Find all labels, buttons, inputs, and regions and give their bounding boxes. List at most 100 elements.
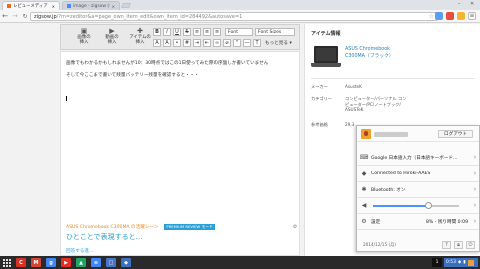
more-label: もっと見る (265, 41, 288, 46)
docs-icon[interactable]: ≡ (91, 258, 101, 267)
paragraph: 画像でもわかるかもしれませんが10：30時点ではこの1日使ってみた際の序盤しか書… (66, 61, 269, 66)
lock-icon[interactable]: 🔒︎ (454, 241, 463, 249)
help-icon[interactable]: ? (442, 241, 451, 249)
font-select[interactable]: Font (225, 28, 253, 36)
align-center-icon[interactable]: ≡ (203, 28, 211, 36)
volume-icon[interactable]: ◀ (357, 202, 371, 209)
ime-label: Google 日本語入力（日本語キーボード… (371, 155, 458, 161)
item-info-heading: アイテム情報 (311, 31, 341, 37)
bluetooth-icon: ✱ (361, 186, 367, 193)
zigsow-favicon-icon (67, 4, 71, 8)
status-tray-menu: ログアウト ⌨ Google 日本語入力（日本語キーボード… › ◆ Conne… (356, 125, 480, 252)
text-color-icon[interactable]: A (153, 39, 161, 47)
gmail-icon[interactable]: M (31, 258, 41, 267)
extension-icon[interactable] (457, 12, 465, 20)
clock: 0:53 (446, 260, 456, 265)
url-host: zigsow.jp (34, 13, 57, 20)
forward-icon[interactable]: → (10, 12, 20, 20)
insert-video-button[interactable]: ▶ 動画の 挿入 (99, 27, 125, 48)
editor-toolbar: ▣ 画像の 挿入 ▶ 動画の 挿入 ✚ アイテムの 挿入 B I U S ≡ ≡… (60, 24, 300, 50)
separator-icon[interactable]: — (243, 39, 251, 47)
url-path: /?m=zeditor&a=page_own_item_edit&own_ite… (56, 13, 243, 20)
store-icon[interactable]: ◆ (121, 258, 131, 267)
italic-button[interactable]: I (163, 28, 171, 36)
extension-icon[interactable] (435, 12, 443, 20)
menu-icon[interactable]: ≡ (468, 12, 476, 20)
browser-toolbar: ← → ↻ zigsow.jp /?m=zeditor&a=page_own_i… (0, 10, 480, 23)
chevron-right-icon: › (473, 202, 477, 209)
page-indicator[interactable]: 1 (432, 258, 442, 267)
item-insert-icon: ✚ (137, 27, 143, 35)
strikethrough-button[interactable]: S (183, 28, 191, 36)
insert-image-button[interactable]: ▣ 画像の 挿入 (71, 27, 97, 48)
settings-row[interactable]: ⚙ 設定 8% - 残り時間 0:09 › (357, 214, 479, 230)
numbered-list-icon[interactable]: # (183, 39, 191, 47)
unlink-icon[interactable]: ⌀ (223, 39, 231, 47)
text-cursor (66, 96, 67, 101)
volume-knob[interactable] (424, 202, 432, 209)
logout-button[interactable]: ログアウト (438, 130, 473, 138)
spec-label-category: カテゴリー (311, 96, 332, 101)
date-label[interactable]: 2014/12/15 (月) (363, 242, 396, 248)
spec-label-maker: メーカー (311, 84, 328, 89)
window-close-icon[interactable]: ✕ (470, 1, 474, 7)
status-area[interactable]: 0:53 ◆ ▮ (444, 258, 478, 267)
settings-icon[interactable]: ⚙ (293, 224, 297, 230)
spec-value-category: コンピューター/パーソナル コン ピューター/PC/ノートブック/ ASUSTe… (345, 96, 407, 112)
chrome-icon[interactable]: C (16, 258, 26, 267)
zigsow-favicon-icon (7, 4, 11, 8)
extension-icon[interactable] (446, 12, 454, 20)
insert-item-button[interactable]: ✚ アイテムの 挿入 (127, 27, 153, 48)
bold-button[interactable]: B (153, 28, 161, 36)
tab-image-zigsow[interactable]: image - zigsow (ジグ… ✕ (62, 1, 120, 10)
section-title: ひとことで表現すると… (66, 233, 143, 241)
close-tab-icon[interactable]: ✕ (52, 4, 55, 9)
bookmark-star-icon[interactable]: ☆ (429, 13, 434, 20)
bg-color-icon[interactable]: A (163, 39, 171, 47)
quote-icon[interactable]: " (233, 39, 241, 47)
link-icon[interactable]: ∞ (213, 39, 221, 47)
bluetooth-label: Bluetooth: オン (371, 187, 406, 193)
close-tab-icon[interactable]: ✕ (112, 4, 115, 9)
tab-title: image - zigsow (ジグ… (73, 4, 110, 9)
volume-slider[interactable] (373, 202, 459, 209)
align-right-icon[interactable]: ≡ (213, 28, 221, 36)
extension-icons: ≡ (435, 12, 476, 20)
product-name[interactable]: ASUS Chromebook C300MA（ブラック） (345, 46, 394, 60)
divider (311, 78, 475, 79)
drive-icon[interactable]: ▲ (76, 258, 86, 267)
power-icon[interactable]: ⏻ (466, 241, 475, 249)
network-row[interactable]: ◆ Connected to Hiroki-AAES › (357, 166, 479, 182)
wifi-icon: ◆ (457, 260, 462, 265)
new-tab-button[interactable] (121, 3, 131, 8)
minimize-icon[interactable]: – (458, 1, 461, 7)
premium-badge: PREMIUM REVIEW モード (164, 224, 215, 230)
font-sizes-select[interactable]: Font Sizes (255, 28, 295, 36)
align-left-icon[interactable]: ≡ (193, 28, 201, 36)
product-image (311, 44, 341, 72)
files-icon[interactable]: □ (106, 258, 116, 267)
section-link[interactable]: ASUS Chromebook C300MA の活躍シーン (66, 224, 158, 230)
youtube-icon[interactable]: ▶ (61, 258, 71, 267)
ime-row[interactable]: ⌨ Google 日本語入力（日本語キーボード… › (357, 150, 479, 166)
reload-icon[interactable]: ↻ (20, 13, 30, 20)
google-search-icon[interactable]: g (46, 258, 56, 267)
bullet-list-icon[interactable]: • (173, 39, 181, 47)
video-insert-icon: ▶ (109, 27, 115, 35)
tab-review-media[interactable]: レビューメディア「ジ… ✕ (2, 1, 60, 10)
address-bar[interactable]: zigsow.jp /?m=zeditor&a=page_own_item_ed… (30, 12, 438, 21)
insert-video-label: 動画の 挿入 (105, 35, 119, 45)
underline-button[interactable]: U (173, 28, 181, 36)
clear-format-icon[interactable]: T (253, 39, 261, 47)
app-launcher-icon[interactable] (2, 258, 12, 267)
bluetooth-row[interactable]: ✱ Bluetooth: オン › (357, 182, 479, 198)
chevron-right-icon: › (473, 154, 477, 161)
outdent-icon[interactable]: ⇤ (203, 39, 211, 47)
shelf: C Mg ▶ ▲ ≡ □ ◆ 1 0:53 ◆ ▮ (0, 256, 480, 269)
volume-row: ◀ › (357, 198, 479, 214)
back-icon[interactable]: ← (0, 12, 10, 20)
section-subtitle: 回答する進... (66, 249, 94, 254)
more-button[interactable]: もっと見る ▾ (265, 40, 292, 46)
editor-content[interactable]: 画像でもわかるかもしれませんが10：30時点ではこの1日使ってみた際の序盤しか書… (60, 51, 318, 256)
indent-icon[interactable]: ⇥ (193, 39, 201, 47)
